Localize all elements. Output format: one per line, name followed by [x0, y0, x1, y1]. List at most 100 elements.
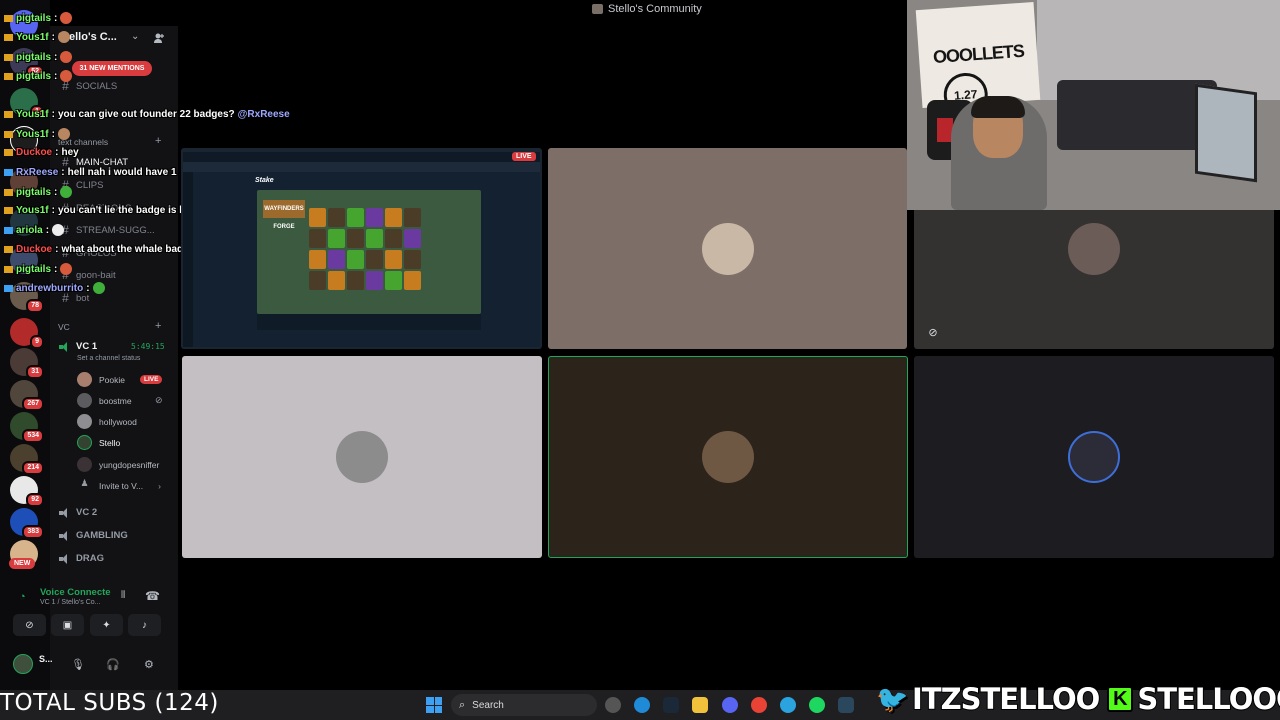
browser-url-bar — [183, 162, 540, 172]
twitter-handle: ITZSTELLOO — [911, 681, 1101, 717]
chat-message: ariola: — [4, 224, 65, 236]
deafened-icon: ⊘ — [928, 326, 938, 339]
voice-channel-vc2[interactable]: VC 2 — [58, 507, 97, 518]
chat-message: andrewburrito: — [4, 282, 105, 294]
sub-badge-icon — [4, 265, 13, 273]
steam-icon[interactable] — [663, 697, 679, 713]
voice-channel-vc1[interactable]: VC 1 — [58, 341, 97, 352]
discord-icon[interactable] — [722, 697, 738, 713]
windows-start-icon[interactable] — [426, 697, 442, 713]
chat-message: pigtails: — [4, 263, 73, 275]
add-friend-icon[interactable] — [153, 32, 165, 44]
server-icon[interactable]: 534 — [10, 412, 44, 443]
server-icon[interactable]: 383 — [10, 508, 44, 539]
avatar — [1068, 431, 1120, 483]
voice-member[interactable]: hollywood — [77, 414, 137, 429]
participant-tile-speaking[interactable] — [548, 356, 908, 558]
new-mentions-pill[interactable]: 31 NEW MENTIONS — [72, 61, 152, 76]
chat-username: pigtails — [16, 263, 52, 275]
chat-message: Yous1f: you can't lie the badge is hard — [4, 205, 201, 216]
add-channel-icon[interactable]: + — [155, 320, 161, 332]
avatar — [77, 414, 92, 429]
emote-icon — [60, 51, 73, 63]
invite-to-voice[interactable]: ♟ Invite to V... › — [77, 478, 161, 493]
monitor — [1195, 83, 1257, 183]
voice-member[interactable]: yungdopesniffer — [77, 457, 159, 472]
game-title: WAYFINDERS FORGE — [263, 200, 305, 230]
chevron-down-icon[interactable]: ⌄ — [131, 31, 139, 42]
channel-stream-suggestions[interactable]: # STREAM-SUGG... — [60, 223, 155, 237]
server-icon[interactable]: 214 — [10, 444, 44, 475]
social-banner: 🐦 ITZSTELLOO K STELLOOO — [876, 681, 1280, 717]
participant-tile[interactable] — [182, 356, 542, 558]
participant-tile[interactable] — [548, 148, 907, 349]
file-explorer-icon[interactable] — [692, 697, 708, 713]
add-channel-icon[interactable]: + — [155, 135, 161, 147]
camera-off-button[interactable]: ⊘ — [13, 614, 46, 636]
participant-tile[interactable] — [914, 356, 1274, 558]
microphone-icon[interactable]: 🎙 — [71, 658, 85, 671]
noise-suppression-icon[interactable]: ⫴ — [121, 590, 125, 601]
taskbar-search[interactable]: ⌕ Search — [451, 694, 597, 716]
chat-message: pigtails: — [4, 186, 73, 198]
voice-member[interactable]: Stello — [77, 435, 120, 450]
browser-tab-bar — [183, 152, 540, 162]
window-title: Stello's Community — [592, 3, 702, 15]
copilot-icon[interactable] — [605, 697, 621, 713]
chat-username: andrewburrito — [16, 282, 84, 294]
avatar[interactable] — [13, 654, 33, 674]
chrome-icon[interactable] — [751, 697, 767, 713]
sub-badge-icon — [4, 149, 13, 156]
mention-badge: 267 — [22, 397, 44, 411]
chat-message: RxReese: hell nah i would have 1 — [4, 167, 177, 178]
server-icon[interactable]: 31 — [10, 348, 44, 379]
voice-member[interactable]: boostme — [77, 393, 132, 408]
wall-sign-text: OOOLLETS — [932, 40, 1025, 68]
spotify-icon[interactable] — [809, 697, 825, 713]
mention-badge: 383 — [22, 525, 44, 539]
voice-member[interactable]: Pookie LIVE — [77, 372, 163, 387]
mention-badge: 92 — [26, 493, 44, 507]
screen-share-button[interactable]: ▣ — [51, 614, 84, 636]
live-badge: LIVE — [512, 152, 536, 161]
headphones-icon[interactable]: 🎧 — [106, 658, 120, 671]
user-name[interactable]: S... — [39, 654, 53, 664]
emote-icon — [60, 186, 73, 198]
voice-connected-title[interactable]: Voice Connecte — [40, 587, 111, 598]
avatar — [77, 393, 92, 408]
chat-message: pigtails: — [4, 51, 73, 63]
slot-game: WAYFINDERS FORGE — [257, 190, 481, 314]
voice-channel-gambling[interactable]: GAMBLING — [58, 530, 128, 541]
sub-badge-icon — [4, 72, 13, 80]
telegram-icon[interactable] — [780, 697, 796, 713]
channel-label: goon-bait — [76, 269, 116, 281]
voice-timer: 5:49:15 — [131, 342, 165, 351]
voice-channel-drag[interactable]: DRAG — [58, 553, 104, 564]
chat-text: you can't lie the badge is hard — [57, 205, 201, 216]
soundboard-button[interactable]: ♪ — [128, 614, 161, 636]
disconnect-icon[interactable]: ☎ — [145, 589, 160, 603]
member-name: yungdopesniffer — [99, 459, 160, 470]
server-icon[interactable]: 267 — [10, 380, 44, 411]
speaker-icon — [58, 507, 70, 518]
chat-message: Yous1f: — [4, 128, 70, 140]
voice-connected-subtitle[interactable]: VC 1 / Stello's Co... — [40, 599, 100, 606]
channel-label: MAIN-CHAT — [76, 156, 129, 168]
mention-badge: 214 — [22, 461, 44, 475]
server-icon[interactable]: 92 — [10, 476, 44, 507]
speaker-icon — [58, 553, 70, 564]
screenshare-tile[interactable]: Stake WAYFINDERS FORGE — [181, 148, 542, 349]
category-vc[interactable]: VC — [58, 322, 70, 332]
steam-icon[interactable] — [838, 697, 854, 713]
search-icon: ⌕ — [459, 698, 466, 711]
chat-mention: @RxReese — [237, 109, 290, 120]
server-icon[interactable]: 9 — [10, 318, 44, 349]
total-subs-counter: TOTAL SUBS (124) — [0, 690, 219, 716]
sub-badge-icon — [4, 207, 13, 214]
voice-channel-status[interactable]: Set a channel status — [77, 355, 140, 362]
member-name: Pookie — [99, 374, 125, 385]
settings-gear-icon[interactable]: ⚙ — [144, 658, 154, 671]
activities-button[interactable]: ✦ — [90, 614, 123, 636]
speaker-icon — [58, 341, 70, 352]
edge-icon[interactable] — [634, 697, 650, 713]
